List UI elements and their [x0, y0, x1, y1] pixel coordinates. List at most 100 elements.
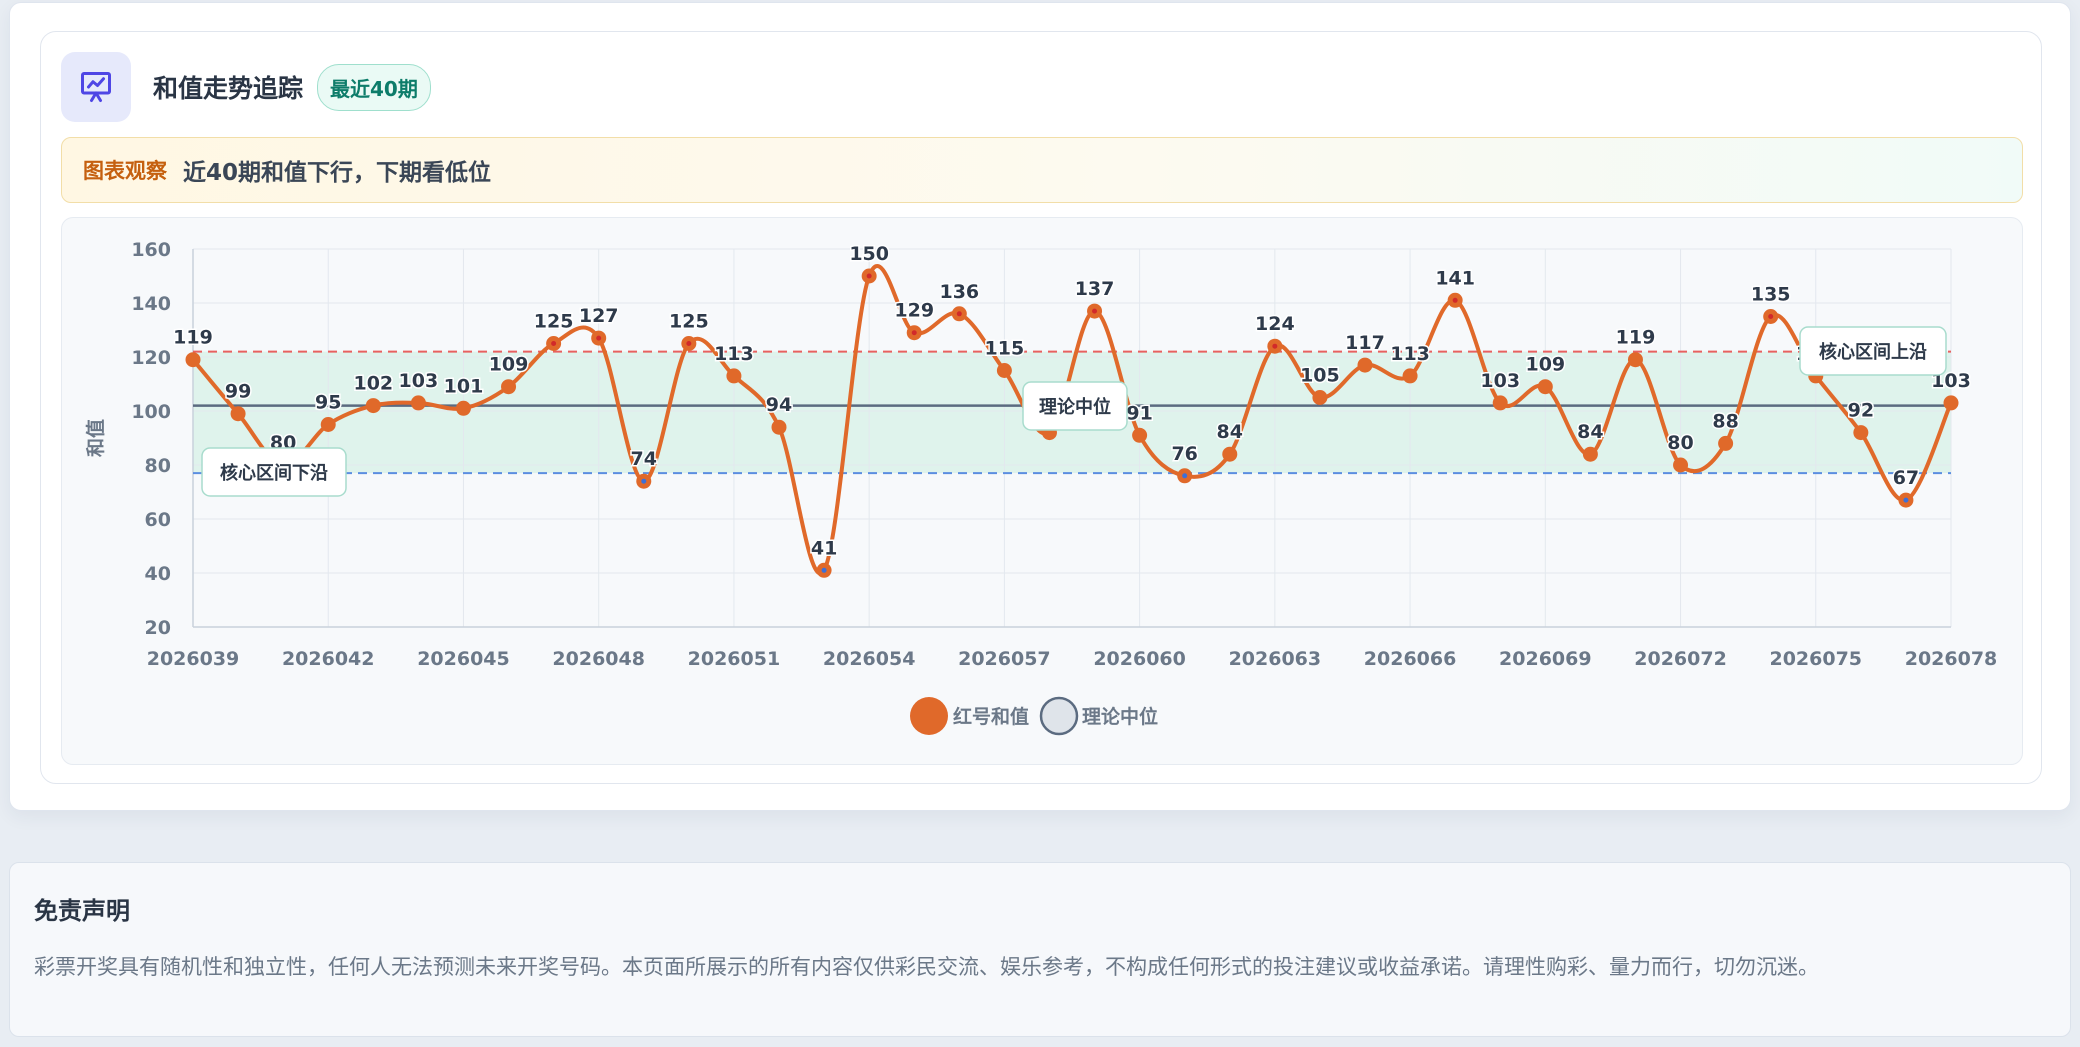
data-label: 113 — [714, 343, 754, 365]
data-label: 67 — [1893, 467, 1919, 489]
data-label: 113 — [1390, 343, 1430, 365]
x-tick-label: 2026066 — [1364, 648, 1457, 670]
high-point-marker — [596, 335, 602, 341]
x-tick-label: 2026075 — [1769, 648, 1862, 670]
period-badge: 最近40期 — [317, 63, 431, 111]
data-point — [1718, 435, 1734, 451]
data-point — [1582, 446, 1598, 462]
high-point-marker — [1272, 343, 1278, 349]
data-label: 94 — [766, 394, 792, 416]
x-tick-label: 2026042 — [282, 648, 375, 670]
x-tick-label: 2026057 — [958, 648, 1051, 670]
data-point — [771, 419, 787, 435]
data-point — [1673, 457, 1689, 473]
data-point — [1312, 390, 1328, 405]
low-point-marker — [821, 567, 827, 573]
data-label: 124 — [1255, 313, 1295, 335]
low-point-marker — [1182, 473, 1188, 479]
high-point-marker — [1452, 297, 1458, 303]
data-point — [1492, 395, 1508, 411]
x-tick-label: 2026069 — [1499, 648, 1592, 670]
data-label: 125 — [669, 311, 709, 333]
y-tick-label: 120 — [131, 347, 171, 369]
data-label: 84 — [1577, 421, 1603, 443]
data-point — [365, 398, 381, 414]
disclaimer-text: 彩票开奖具有随机性和独立性，任何人无法预测未来开奖号码。本页面所展示的所有内容仅… — [34, 955, 1819, 979]
y-tick-label: 80 — [145, 455, 171, 477]
data-label: 136 — [939, 281, 979, 303]
data-label: 80 — [1667, 432, 1693, 454]
high-point-marker — [1092, 308, 1098, 314]
data-label: 129 — [894, 300, 934, 322]
y-tick-label: 40 — [145, 563, 171, 585]
x-tick-label: 2026063 — [1229, 648, 1322, 670]
x-tick-label: 2026045 — [417, 648, 510, 670]
observation-text: 近40期和值下行，下期看低位 — [183, 160, 492, 186]
x-tick-label: 2026060 — [1093, 648, 1186, 670]
data-label: 127 — [579, 305, 619, 327]
data-point — [1402, 368, 1418, 384]
data-label: 74 — [631, 448, 657, 470]
chart-panel: 20 40 60 80 100 120 140 160 2026039 2026042 202604… — [61, 217, 2023, 765]
y-tick-label: 20 — [145, 617, 171, 639]
x-tick-label: 2026051 — [688, 648, 781, 670]
legend-sum-label: 红号和值 — [953, 705, 1029, 728]
upper-band-label: 核心区间上沿 — [1819, 341, 1927, 363]
high-point-marker — [866, 273, 872, 279]
legend-median-swatch — [1039, 696, 1079, 736]
data-point — [185, 352, 201, 368]
data-point — [1537, 379, 1553, 395]
data-point — [1627, 352, 1643, 368]
x-tick-label: 2026054 — [823, 648, 916, 670]
data-label: 91 — [1126, 402, 1152, 424]
data-point — [726, 368, 742, 384]
x-tick-label: 2026048 — [552, 648, 645, 670]
data-label: 95 — [315, 392, 341, 414]
data-label: 119 — [1616, 327, 1656, 349]
y-tick-label: 60 — [145, 509, 171, 531]
data-label: 150 — [849, 243, 889, 265]
data-label: 92 — [1848, 400, 1874, 422]
data-label: 76 — [1171, 443, 1197, 465]
disclaimer-title: 免责声明 — [34, 897, 130, 925]
high-point-marker — [686, 341, 692, 346]
data-point — [1943, 395, 1959, 411]
data-point — [996, 363, 1012, 378]
data-label: 101 — [444, 375, 484, 397]
y-tick-label: 100 — [131, 401, 171, 423]
data-label: 102 — [353, 373, 393, 395]
data-point — [410, 395, 426, 411]
data-point — [1853, 425, 1869, 441]
data-point — [1132, 427, 1148, 443]
low-point-marker — [1903, 497, 1909, 503]
lower-band-label: 核心区间下沿 — [220, 462, 328, 484]
x-tick-label: 2026078 — [1905, 648, 1998, 670]
data-label: 88 — [1712, 410, 1738, 432]
data-label: 41 — [811, 537, 837, 559]
data-point — [320, 417, 336, 432]
data-point — [1222, 446, 1238, 462]
observation-banner: 图表观察 近40期和值下行，下期看低位 — [61, 137, 2023, 203]
high-point-marker — [551, 341, 557, 346]
data-label: 137 — [1075, 278, 1115, 300]
sum-line-chart: 20 40 60 80 100 120 140 160 2026039 2026042 202604… — [84, 239, 1998, 736]
main-panel: 和值走势追踪 最近40期 图表观察 近40期和值下行，下期看低位 20 40 60 8… — [9, 2, 2071, 811]
data-label: 105 — [1300, 365, 1340, 387]
data-label: 141 — [1435, 267, 1475, 289]
high-point-marker — [956, 311, 962, 317]
data-point — [230, 406, 246, 422]
x-tick-label: 2026072 — [1634, 648, 1727, 670]
y-axis-label: 和值 — [84, 419, 107, 457]
y-tick-label: 160 — [131, 239, 171, 261]
data-label: 99 — [225, 381, 251, 403]
data-label: 125 — [534, 311, 574, 333]
data-label: 109 — [1525, 354, 1565, 376]
observation-label: 图表观察 — [83, 159, 167, 183]
chart-presentation-icon — [61, 52, 131, 122]
data-label: 119 — [173, 327, 213, 349]
sum-trend-card: 和值走势追踪 最近40期 图表观察 近40期和值下行，下期看低位 20 40 60 8… — [40, 31, 2042, 784]
data-point — [501, 379, 517, 395]
legend-sum-swatch — [910, 697, 948, 735]
data-label: 135 — [1751, 284, 1791, 306]
high-point-marker — [1768, 314, 1774, 319]
